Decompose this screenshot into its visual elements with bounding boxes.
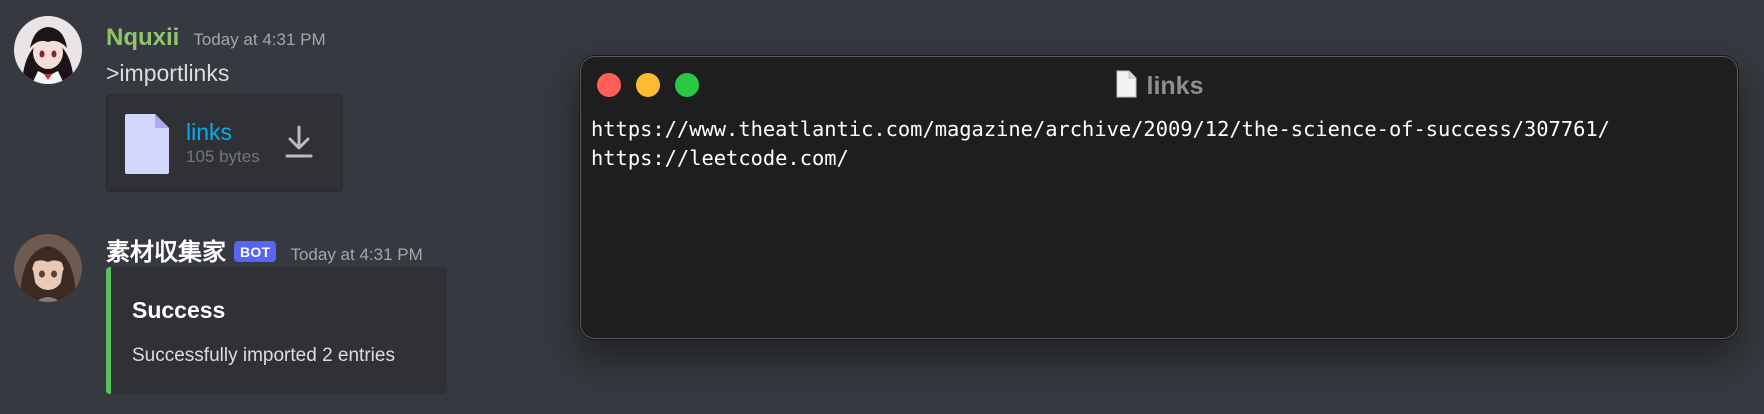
- timestamp: Today at 4:31 PM: [193, 30, 326, 49]
- download-icon[interactable]: [285, 125, 313, 164]
- window-titlebar[interactable]: links: [581, 57, 1737, 107]
- timestamp: Today at 4:31 PM: [290, 245, 423, 264]
- file-size: 105 bytes: [186, 147, 260, 166]
- success-embed: Success Successfully imported 2 entries: [106, 267, 447, 394]
- bot-avatar[interactable]: [14, 234, 82, 302]
- document-icon: [1115, 70, 1137, 103]
- file-attachment: links 105 bytes: [106, 94, 343, 192]
- file-name-link[interactable]: links: [186, 119, 232, 146]
- embed-description: Successfully imported 2 entries: [132, 345, 395, 366]
- bot-badge: BOT: [234, 241, 277, 262]
- file-icon: [123, 112, 171, 181]
- user-avatar-nquxii[interactable]: [14, 16, 82, 84]
- content-line: https://www.theatlantic.com/magazine/arc…: [591, 117, 1610, 141]
- text-preview-window: links https://www.theatlantic.com/magazi…: [580, 56, 1738, 339]
- window-title: links: [581, 70, 1737, 103]
- content-line: https://leetcode.com/: [591, 146, 849, 170]
- file-content[interactable]: https://www.theatlantic.com/magazine/arc…: [591, 115, 1610, 173]
- message-header: 素材収集家 BOT Today at 4:31 PM: [106, 232, 423, 267]
- embed-title: Success: [132, 297, 226, 323]
- message-text: >importlinks: [106, 60, 230, 86]
- message-header: Nquxii Today at 4:31 PM: [106, 24, 326, 52]
- window-title-text: links: [1146, 72, 1204, 100]
- bot-username[interactable]: 素材収集家: [106, 232, 226, 267]
- username[interactable]: Nquxii: [106, 24, 179, 52]
